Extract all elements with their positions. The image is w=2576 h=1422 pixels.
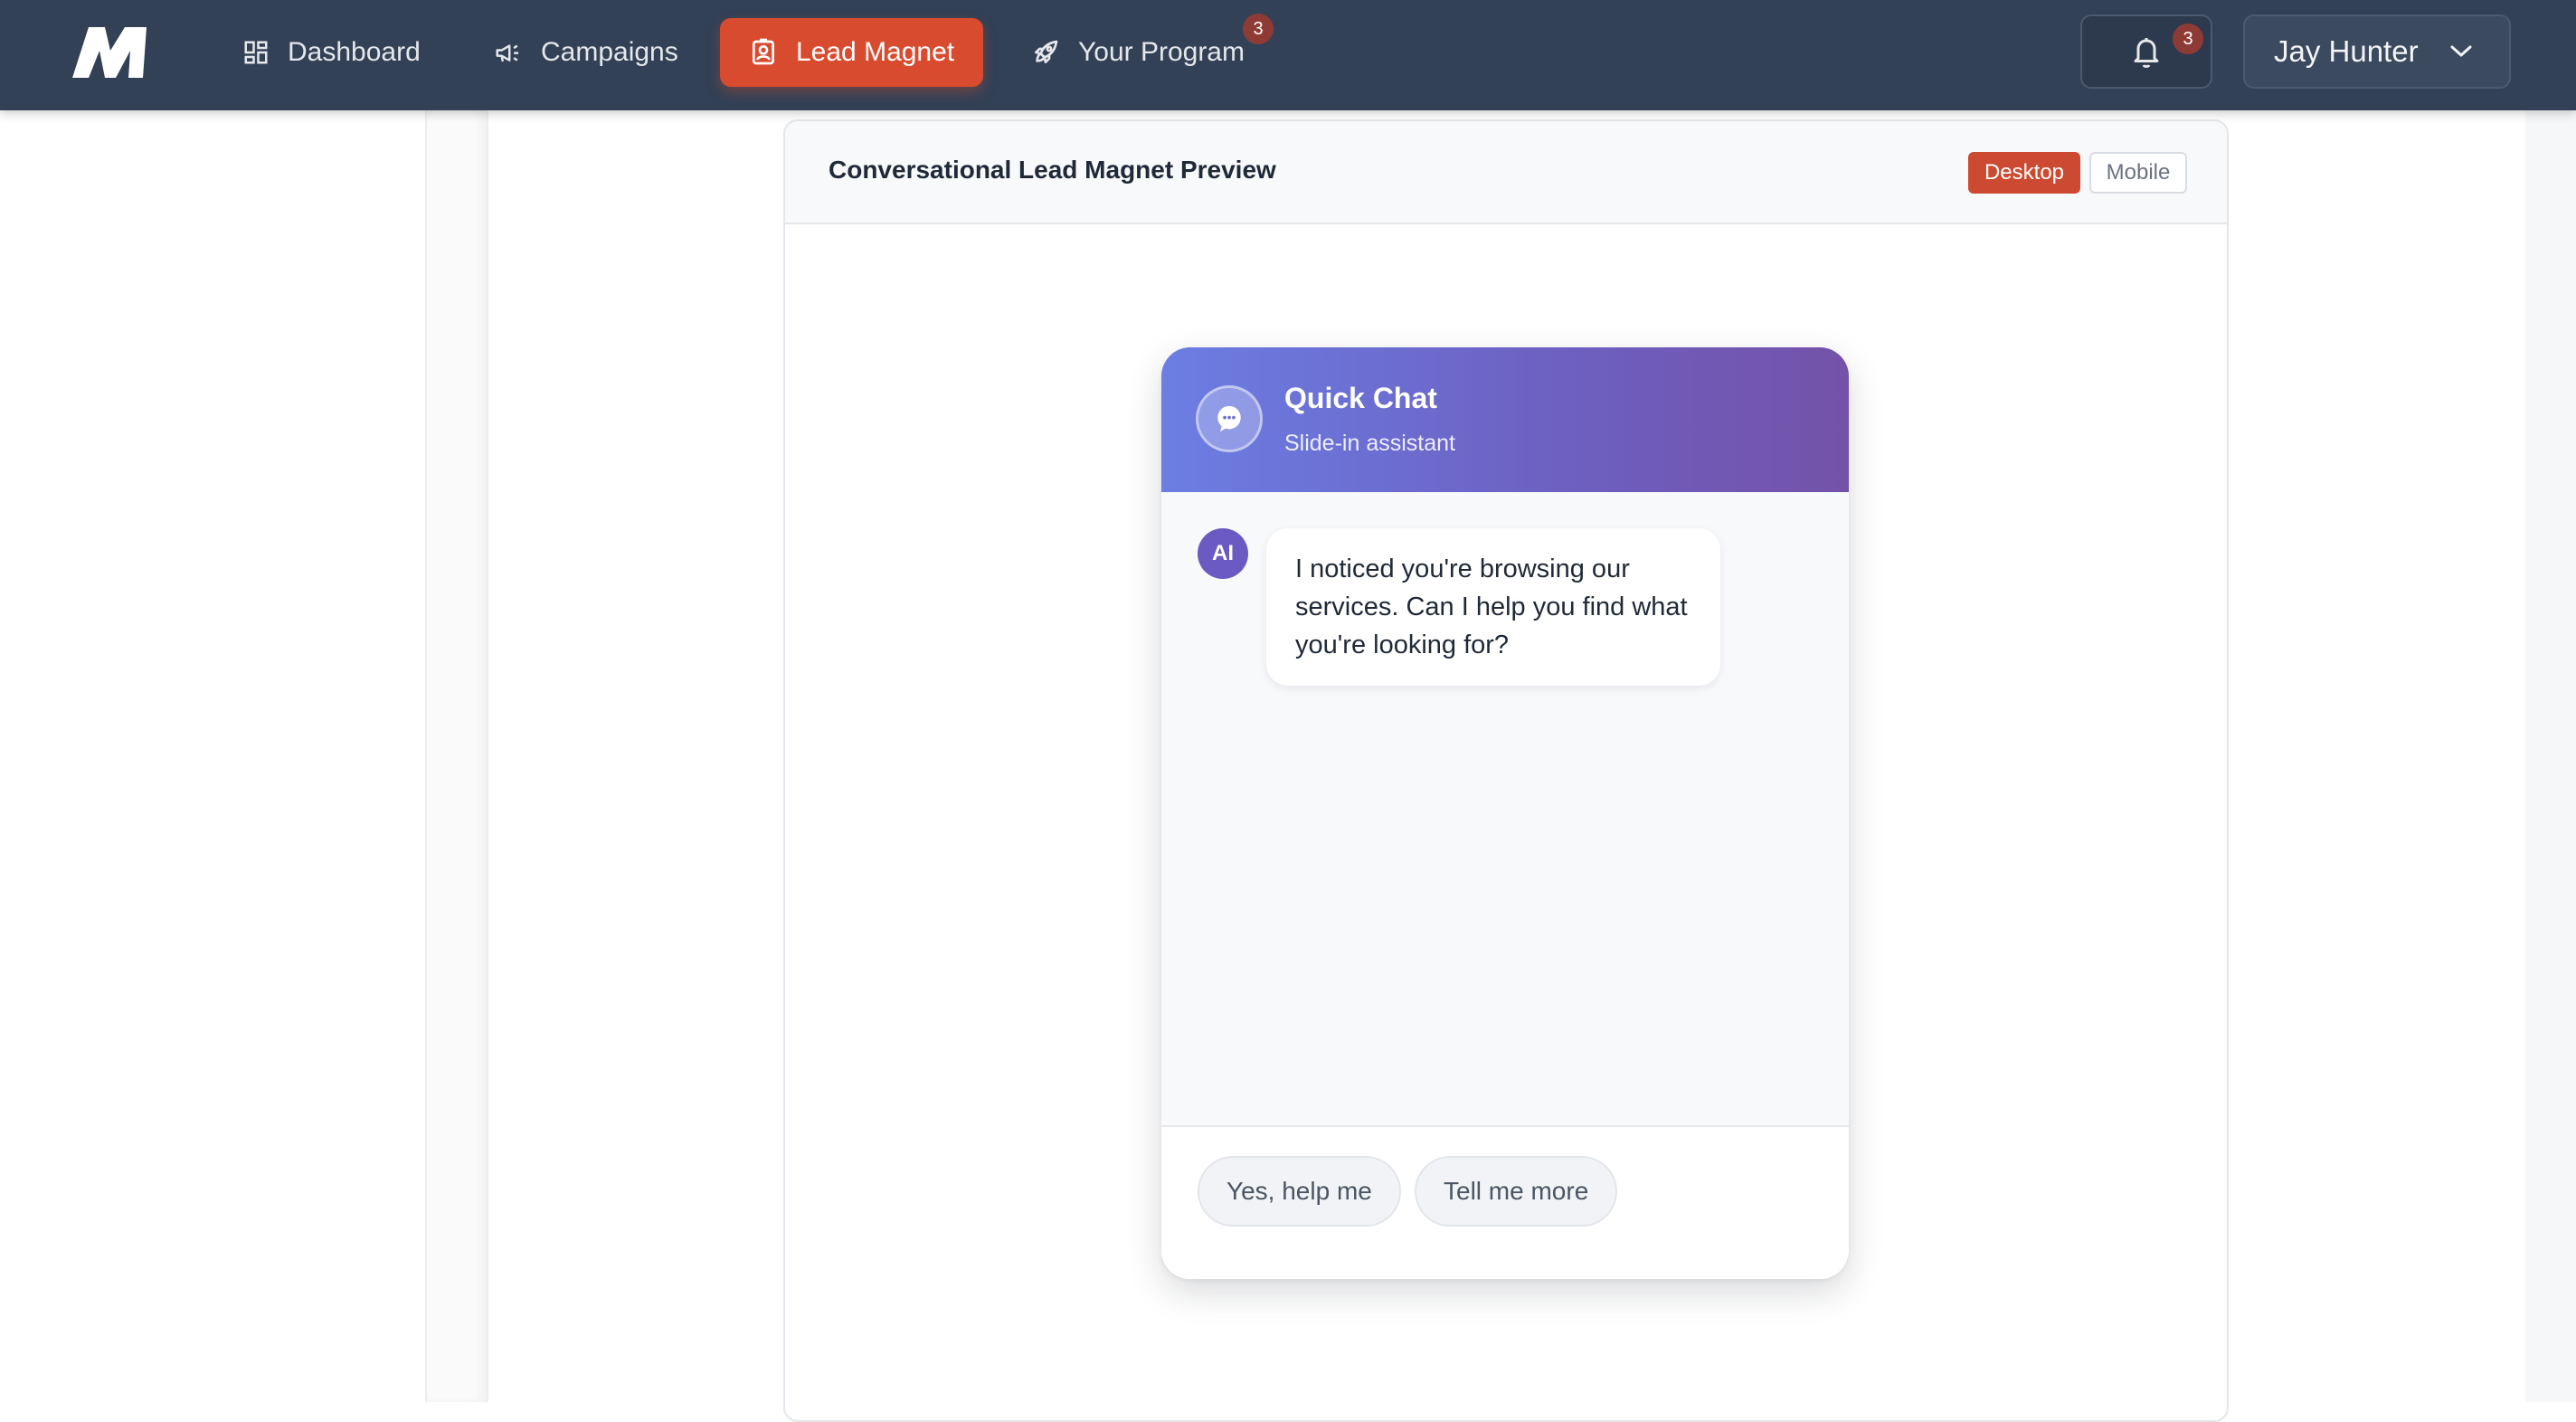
bell-icon bbox=[2134, 38, 2159, 68]
right-gutter bbox=[2525, 110, 2576, 1402]
sidebar-gutter bbox=[427, 110, 487, 1402]
chat-footer: Yes, help me Tell me more bbox=[1161, 1125, 1849, 1279]
nav-your-program-label: Your Program bbox=[1078, 37, 1245, 67]
nav-your-program[interactable]: Your Program bbox=[1002, 18, 1274, 87]
brand-logo[interactable] bbox=[69, 24, 150, 81]
nav-dashboard[interactable]: Dashboard bbox=[213, 18, 450, 87]
assistant-message: I noticed you're browsing our services. … bbox=[1266, 528, 1720, 686]
mobile-toggle-button[interactable]: Mobile bbox=[2089, 152, 2187, 194]
preview-title: Conversational Lead Magnet Preview bbox=[829, 156, 1276, 184]
preview-header: Conversational Lead Magnet Preview Deskt… bbox=[785, 121, 2227, 224]
user-menu-button[interactable]: Jay Hunter bbox=[2243, 14, 2511, 89]
program-badge: 3 bbox=[1243, 14, 1274, 44]
assistant-avatar: AI bbox=[1198, 528, 1248, 579]
chat-bubble-icon bbox=[1217, 405, 1241, 432]
notifications-badge: 3 bbox=[2173, 24, 2203, 54]
chat-subtitle: Slide-in assistant bbox=[1284, 431, 1455, 456]
contact-card-icon bbox=[753, 38, 774, 65]
desktop-toggle-button[interactable]: Desktop bbox=[1968, 152, 2080, 194]
nav-lead-magnet[interactable]: Lead Magnet bbox=[720, 18, 984, 87]
chat-avatar bbox=[1196, 385, 1263, 452]
quick-reply-yes-help-me[interactable]: Yes, help me bbox=[1198, 1156, 1401, 1227]
user-name: Jay Hunter bbox=[2274, 34, 2419, 68]
chat-header: Quick Chat Slide-in assistant bbox=[1161, 347, 1849, 492]
nav-dashboard-label: Dashboard bbox=[288, 37, 421, 67]
nav-lead-magnet-label: Lead Magnet bbox=[796, 37, 955, 67]
nav-campaigns-label: Campaigns bbox=[541, 37, 678, 67]
rocket-icon bbox=[1035, 40, 1058, 63]
dashboard-icon bbox=[244, 41, 268, 64]
chat-title: Quick Chat bbox=[1284, 382, 1437, 414]
quick-reply-tell-me-more[interactable]: Tell me more bbox=[1415, 1156, 1618, 1227]
left-sidebar bbox=[0, 110, 427, 1402]
megaphone-icon bbox=[496, 44, 519, 62]
chat-widget: Quick Chat Slide-in assistant AI I notic… bbox=[1161, 347, 1849, 1279]
nav-campaigns[interactable]: Campaigns bbox=[465, 18, 707, 87]
chevron-down-icon bbox=[2450, 45, 2472, 57]
top-navigation: Dashboard Campaigns Lead Magnet Your Pro… bbox=[0, 0, 2576, 110]
